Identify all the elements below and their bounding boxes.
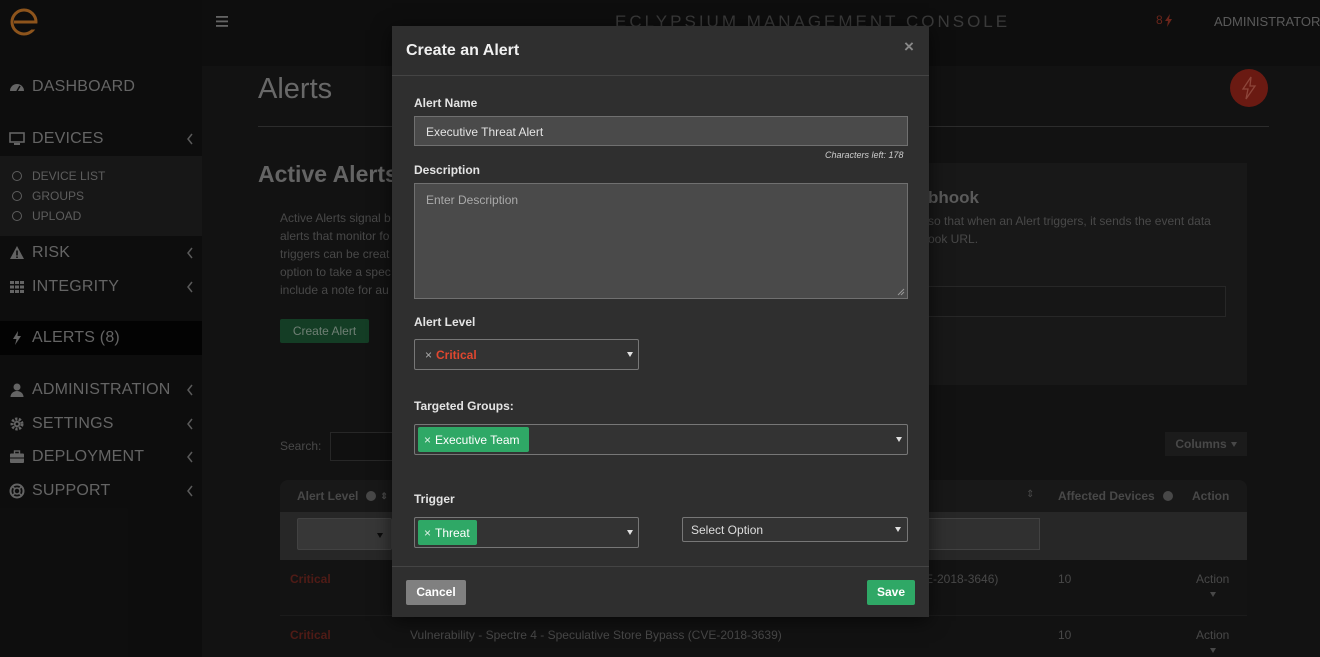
caret-down-icon bbox=[627, 530, 633, 535]
targeted-groups-label: Targeted Groups: bbox=[414, 399, 514, 413]
remove-icon[interactable]: × bbox=[424, 433, 431, 447]
modal-header-divider bbox=[392, 75, 929, 76]
description-label: Description bbox=[414, 163, 481, 177]
modal-footer-divider bbox=[392, 566, 929, 567]
trigger-tag-label: Threat bbox=[435, 526, 470, 540]
cancel-button[interactable]: Cancel bbox=[406, 580, 466, 605]
trigger-option-select[interactable]: Select Option bbox=[682, 517, 908, 542]
alert-name-value: Executive Threat Alert bbox=[426, 125, 544, 139]
description-textarea[interactable]: Enter Description bbox=[414, 183, 908, 299]
alert-name-input[interactable]: Executive Threat Alert bbox=[414, 116, 908, 146]
trigger-tag-threat: × Threat bbox=[418, 520, 477, 545]
modal-title: Create an Alert bbox=[406, 42, 520, 59]
targeted-groups-select[interactable]: × Executive Team bbox=[414, 424, 908, 455]
caret-down-icon bbox=[896, 437, 902, 442]
alert-name-label: Alert Name bbox=[414, 96, 478, 110]
alert-level-select[interactable]: × Critical bbox=[414, 339, 639, 370]
save-button[interactable]: Save bbox=[867, 580, 915, 605]
select-option-placeholder: Select Option bbox=[691, 523, 764, 537]
resize-handle-icon[interactable] bbox=[897, 288, 905, 296]
trigger-label: Trigger bbox=[414, 492, 455, 506]
remove-icon[interactable]: × bbox=[425, 348, 432, 362]
alert-level-value: Critical bbox=[436, 348, 477, 362]
characters-left: Characters left: 178 bbox=[825, 150, 904, 160]
create-alert-modal: Create an Alert × Alert Name Executive T… bbox=[392, 26, 929, 617]
close-icon[interactable]: × bbox=[904, 37, 914, 57]
caret-down-icon bbox=[627, 352, 633, 357]
group-tag-label: Executive Team bbox=[435, 433, 520, 447]
group-tag-executive-team: × Executive Team bbox=[418, 427, 529, 452]
description-placeholder: Enter Description bbox=[426, 193, 519, 207]
remove-icon[interactable]: × bbox=[424, 526, 431, 540]
caret-down-icon bbox=[895, 527, 901, 532]
alert-level-label: Alert Level bbox=[414, 315, 476, 329]
trigger-select[interactable]: × Threat bbox=[414, 517, 639, 548]
